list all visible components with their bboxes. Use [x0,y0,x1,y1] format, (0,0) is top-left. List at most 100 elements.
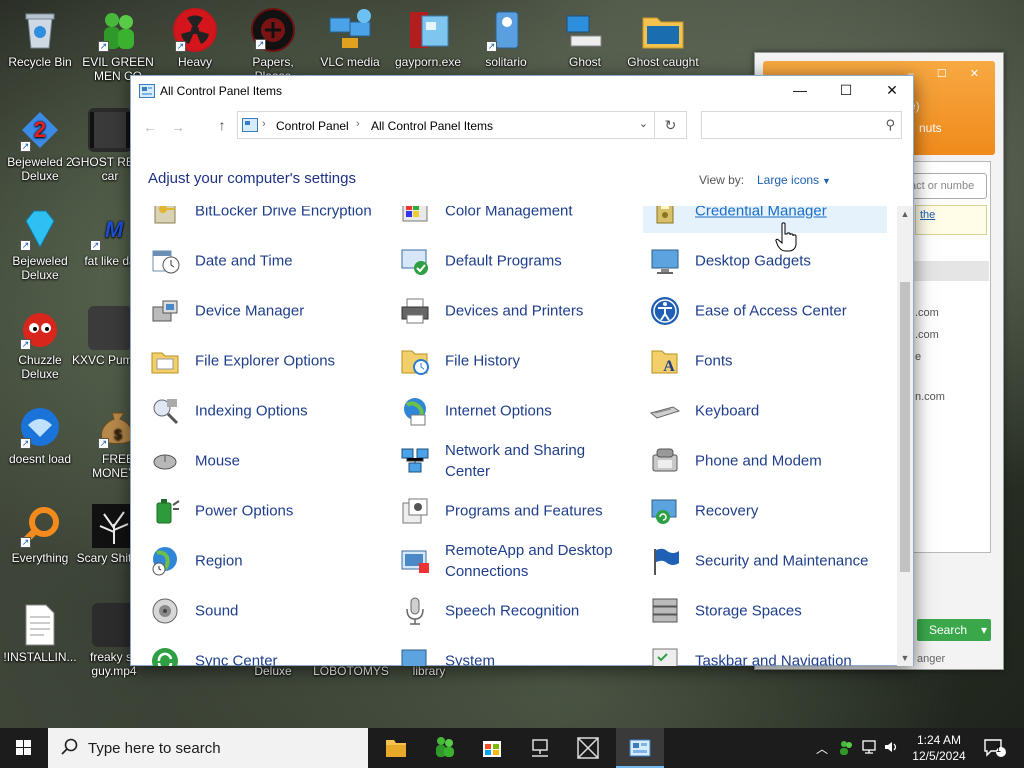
control-panel-item-programs-and-features[interactable]: Programs and Features [393,489,637,533]
view-by-dropdown[interactable]: Large icons ▼ [757,173,831,187]
control-panel-item-file-explorer-options[interactable]: File Explorer Options [143,339,387,383]
radiation-icon: ↗ [173,8,217,52]
desktop-icon-vlc[interactable]: VLC media [310,8,390,69]
control-panel-item-color-management[interactable]: Color Management [393,206,637,233]
phone-icon [649,445,681,477]
control-panel-item-recovery[interactable]: Recovery [643,489,887,533]
refresh-button[interactable]: ↻ [655,111,687,139]
solitaire-icon: ↗ [484,8,528,52]
close-button[interactable]: ✕ [869,76,915,106]
desktop-icon-bejeweled-deluxe[interactable]: ↗ Bejeweled Deluxe [0,207,80,282]
desktop-icon-lobotomys[interactable]: LOBOTOMYS [311,664,391,678]
action-center-button[interactable]: 1 [982,738,1008,768]
control-panel-item-speech-recognition[interactable]: Speech Recognition [393,589,637,633]
desktop-icon-label: gayporn.exe [394,55,462,69]
address-bar[interactable]: › Control Panel › All Control Panel Item… [237,111,655,139]
control-panel-item-mouse[interactable]: Mouse [143,439,387,483]
control-panel-item-keyboard[interactable]: Keyboard [643,389,887,433]
shortcut-arrow-icon: ↗ [90,240,101,251]
control-panel-item-device-manager[interactable]: Device Manager [143,289,387,333]
taskbar-store[interactable] [468,728,516,768]
background-search-field[interactable]: act or numbe [905,173,987,199]
control-panel-item-label: Programs and Features [445,502,603,520]
control-panel-item-bitlocker-drive-encryption[interactable]: BitLocker Drive Encryption [143,206,387,233]
file-history-icon [399,345,431,377]
taskbar-green-men[interactable] [420,728,468,768]
control-panel-item-phone-and-modem[interactable]: Phone and Modem [643,439,887,483]
minimize-button[interactable]: — [777,76,823,106]
desktop-icon-chuzzle[interactable]: ↗ Chuzzle Deluxe [0,306,80,381]
control-panel-item-fonts[interactable]: A Fonts [643,339,887,383]
desktop-icon-heavy[interactable]: ↗ Heavy [155,8,235,69]
control-panel-item-storage-spaces[interactable]: Storage Spaces [643,589,887,633]
desktop-icon-library[interactable]: library [389,664,469,678]
desktop-icon-solitario[interactable]: ↗ solitario [466,8,546,69]
control-panel-item-ease-of-access-center[interactable]: Ease of Access Center [643,289,887,333]
desktop-icon-label: library [412,664,446,678]
network-icon [399,445,431,477]
desktop-icon-doesnt-load[interactable]: ↗ doesnt load [0,405,80,466]
up-button[interactable]: ↑ [211,116,233,134]
control-panel-item-devices-and-printers[interactable]: Devices and Printers [393,289,637,333]
show-hidden-icons-button[interactable]: ︿ [812,740,832,768]
desktop-icon-ghost-caught[interactable]: Ghost caught [623,8,703,69]
desktop-icon-installing[interactable]: !INSTALLIN... [0,603,80,664]
taskbar-control-panel[interactable] [616,728,664,768]
breadcrumb-control-panel[interactable]: Control Panel [276,119,349,133]
address-dropdown-icon[interactable]: ⌄ [639,117,648,130]
taskbar-snipping-app[interactable] [564,728,612,768]
taskbar-network-app[interactable] [516,728,564,768]
desktop-icon-everything[interactable]: ↗ Everything [0,504,80,565]
control-panel-item-default-programs[interactable]: Default Programs [393,239,637,283]
control-panel-item-remoteapp-and-desktop-connections[interactable]: RemoteApp and Desktop Connections [393,539,637,583]
control-panel-item-credential-manager[interactable]: Credential Manager [643,206,887,233]
taskbar-search-box[interactable]: Type here to search [48,728,368,768]
control-panel-item-label: Phone and Modem [695,452,822,470]
maximize-button[interactable]: ☐ [823,76,869,106]
system-clock[interactable]: 1:24 AM 12/5/2024 [902,732,976,764]
control-panel-item-indexing-options[interactable]: Indexing Options [143,389,387,433]
vertical-scrollbar[interactable]: ▲ ▼ [897,206,913,666]
background-search-button[interactable]: Search ▾ [917,619,991,641]
desktop-icon-gayporn-exe[interactable]: gayporn.exe [388,8,468,69]
control-panel-item-internet-options[interactable]: Internet Options [393,389,637,433]
control-panel-item-network-and-sharing-center[interactable]: Network and Sharing Center [393,439,637,483]
control-panel-item-security-and-maintenance[interactable]: Security and Maintenance [643,539,887,583]
background-link[interactable]: the [915,205,987,235]
control-panel-item-system[interactable]: System [393,639,637,666]
desktop-icon-bejeweled-2[interactable]: 2 ↗ Bejeweled 2 Deluxe [0,108,80,183]
background-footer-text: anger [917,653,946,665]
start-button[interactable] [0,728,48,768]
back-button[interactable]: ← [139,118,161,136]
search-control-panel[interactable]: ⚲ [701,111,902,139]
control-panel-item-sound[interactable]: Sound [143,589,387,633]
scroll-up-icon[interactable]: ▲ [897,206,913,222]
scroll-down-icon[interactable]: ▼ [897,650,913,666]
desktop-icon-papers-please[interactable]: ↗ Papers, Please [233,8,313,83]
desktop-icon-ghost[interactable]: Ghost [545,8,625,69]
scrollbar-thumb[interactable] [900,282,910,572]
shortcut-arrow-icon: ↗ [98,438,109,449]
shortcut-arrow-icon: ↗ [20,339,31,350]
search-input[interactable] [702,112,872,138]
page-title: Adjust your computer's settings [148,170,356,187]
volume-icon[interactable] [882,738,902,768]
desktop-icon-recycle-bin[interactable]: Recycle Bin [0,8,80,69]
breadcrumb-all-items[interactable]: All Control Panel Items [371,119,493,133]
control-panel-item-power-options[interactable]: Power Options [143,489,387,533]
desktop-icon-evil-green-men[interactable]: ↗ EVIL GREEN MEN CO [78,8,158,83]
control-panel-item-desktop-gadgets[interactable]: Desktop Gadgets [643,239,887,283]
control-panel-item-file-history[interactable]: File History [393,339,637,383]
taskbar-file-explorer[interactable] [372,728,420,768]
control-panel-item-region[interactable]: Region [143,539,387,583]
tray-people-icon[interactable] [836,738,856,768]
desktop-icon-deluxe[interactable]: Deluxe [233,664,313,678]
forward-button[interactable]: → [167,118,189,136]
control-panel-window[interactable]: All Control Panel Items — ☐ ✕ ← → ↑ › Co… [130,75,914,666]
control-panel-item-sync-center[interactable]: Sync Center [143,639,387,666]
background-window-controls[interactable]: – ☐ ✕ [908,67,989,80]
control-panel-item-taskbar-and-navigation[interactable]: Taskbar and Navigation [643,639,887,666]
title-bar[interactable]: All Control Panel Items — ☐ ✕ [131,76,913,106]
network-status-icon[interactable] [860,738,880,768]
control-panel-item-date-and-time[interactable]: Date and Time [143,239,387,283]
